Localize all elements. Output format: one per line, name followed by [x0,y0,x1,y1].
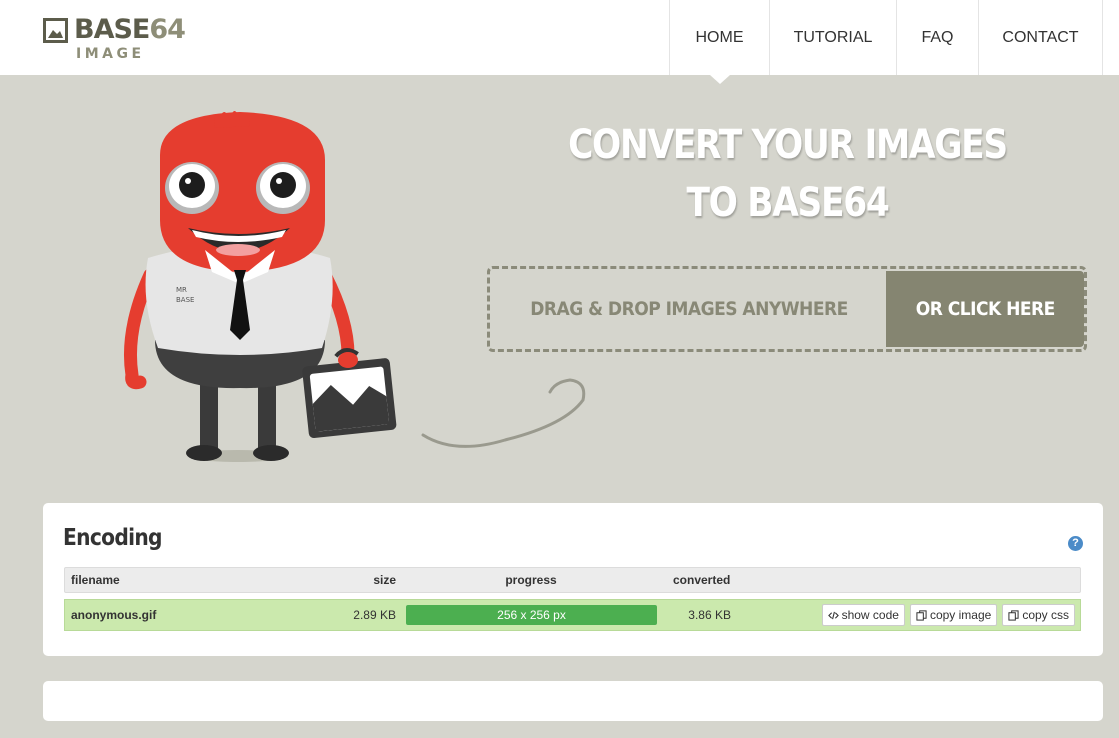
nav-tutorial[interactable]: TUTORIAL [769,0,896,75]
mascot-badge-line1: MR [176,286,187,294]
col-size: size [373,573,396,587]
copy-icon [916,609,927,621]
decorative-arrow [421,378,586,448]
logo-subtitle: IMAGE [76,46,145,62]
nav-faq[interactable]: FAQ [896,0,978,75]
copy-css-button[interactable]: copy css [1002,604,1075,626]
main-nav: HOME TUTORIAL FAQ CONTACT [669,0,1103,84]
upload-button[interactable]: OR CLICK HERE [886,271,1084,347]
nav-contact[interactable]: CONTACT [978,0,1103,75]
secondary-panel [43,681,1103,721]
col-converted: converted [673,573,731,587]
mascot-badge-line2: BASE [176,296,194,304]
col-filename: filename [71,573,120,587]
nav-home[interactable]: HOME [669,0,769,84]
encoding-title: Encoding [63,525,163,551]
encoding-panel: Encoding ? filename size progress conver… [43,503,1103,656]
show-code-button[interactable]: show code [821,604,905,626]
drop-zone-text: DRAG & DROP IMAGES ANYWHERE [530,298,848,320]
progress-bar: 256 x 256 px [406,605,657,625]
copy-icon [1008,609,1019,621]
copy-image-button[interactable]: copy image [909,604,998,626]
progress-text: 256 x 256 px [497,608,566,622]
code-icon [827,611,839,619]
encoding-table: filename size progress converted anonymo… [64,567,1081,631]
table-header: filename size progress converted [64,567,1081,593]
site-header: BASE64 IMAGE HOME TUTORIAL FAQ CONTACT [0,0,1119,84]
image-icon [43,18,68,43]
hero-title: CONVERT YOUR IMAGES TO BASE64 [568,122,1008,226]
drop-zone[interactable]: DRAG & DROP IMAGES ANYWHERE OR CLICK HER… [487,266,1087,352]
row-converted: 3.86 KB [688,608,731,622]
col-progress: progress [505,573,557,587]
active-nav-pointer [710,75,730,84]
site-logo[interactable]: BASE64 IMAGE [43,14,186,64]
table-row: anonymous.gif 2.89 KB 256 x 256 px 3.86 … [64,599,1081,631]
help-icon[interactable]: ? [1068,536,1083,551]
row-size: 2.89 KB [353,608,396,622]
row-actions: show code copy image copy css [821,604,1075,626]
row-filename: anonymous.gif [71,608,157,622]
logo-wordmark: BASE64 [74,14,186,45]
mascot-illustration: MR BASE [124,111,397,462]
